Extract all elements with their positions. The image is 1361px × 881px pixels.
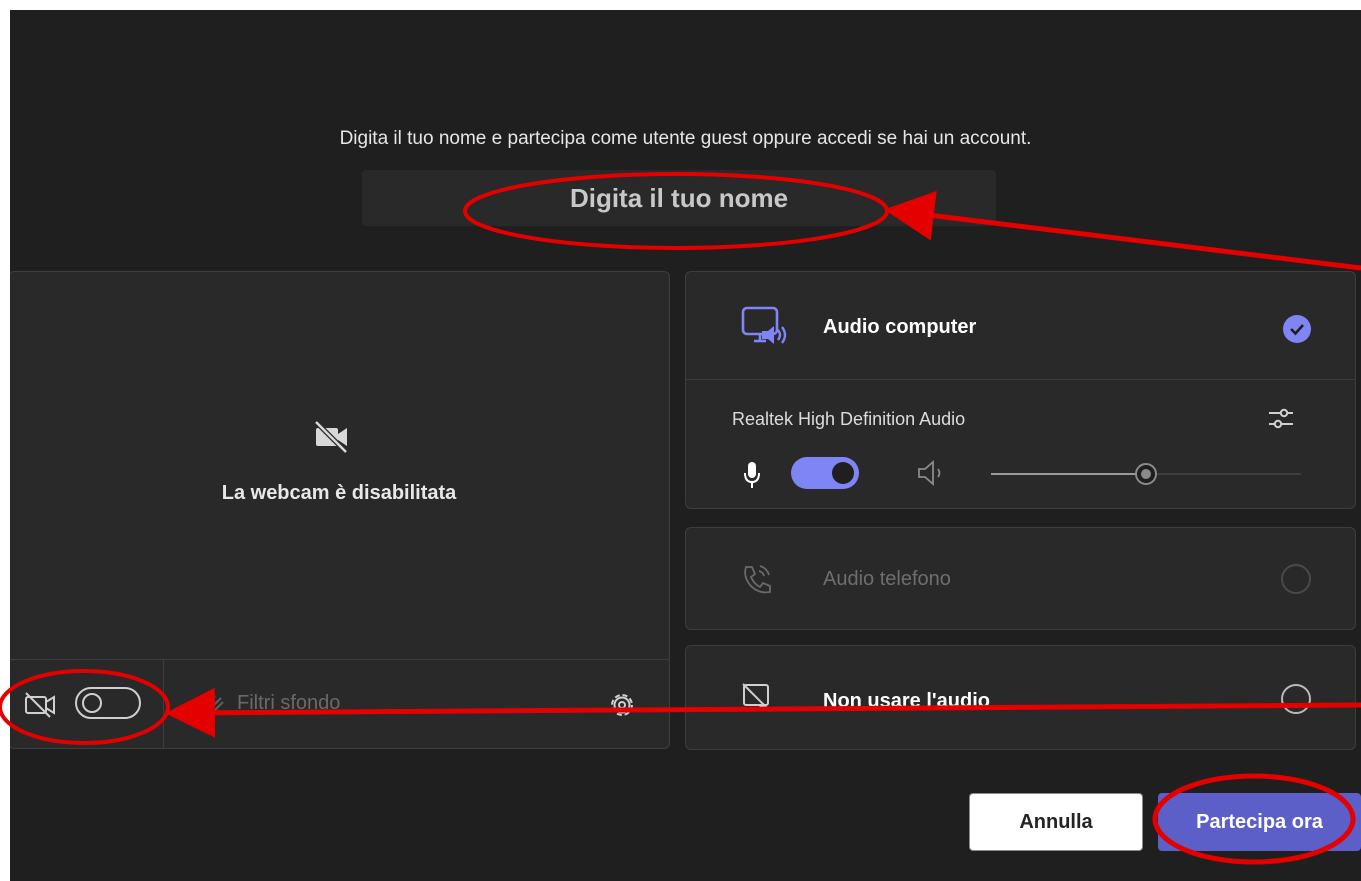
divider: [163, 660, 164, 748]
name-input[interactable]: [362, 170, 996, 226]
settings-gear-icon[interactable]: [607, 690, 637, 725]
microphone-toggle[interactable]: [791, 457, 859, 489]
speaker-volume-slider[interactable]: [991, 463, 1301, 485]
phone-audio-icon: [740, 563, 774, 602]
microphone-icon: [742, 460, 762, 495]
camera-toggle-knob: [82, 693, 102, 713]
divider: [686, 379, 1355, 380]
camera-off-icon: [23, 692, 59, 723]
audio-phone-label: Audio telefono: [823, 568, 951, 590]
volume-fill: [991, 473, 1146, 475]
audio-phone-radio: [1281, 564, 1311, 594]
camera-toggle[interactable]: [75, 687, 141, 719]
camera-disabled-label: La webcam è disabilitata: [221, 482, 457, 504]
audio-device-name[interactable]: Realtek High Definition Audio: [732, 409, 965, 430]
audio-none-label: Non usare l'audio: [823, 690, 991, 712]
checkmark-icon: [1283, 315, 1311, 343]
teams-prejoin-screen: Digita il tuo nome e partecipa come uten…: [10, 10, 1361, 881]
background-filters-button[interactable]: Filtri sfondo: [237, 692, 340, 715]
audio-option-phone: Audio telefono: [685, 527, 1356, 630]
audio-option-none[interactable]: Non usare l'audio: [685, 645, 1356, 750]
audio-none-radio[interactable]: [1281, 684, 1311, 714]
camera-off-icon: [313, 420, 351, 459]
video-controls-bar: Filtri sfondo: [10, 659, 669, 748]
computer-audio-icon: [740, 305, 790, 358]
audio-option-row[interactable]: Audio computer: [686, 272, 1355, 376]
background-effects-icon: [195, 692, 225, 721]
volume-slider-thumb[interactable]: [1135, 463, 1157, 485]
join-now-button[interactable]: Partecipa ora: [1158, 793, 1361, 851]
audio-option-computer[interactable]: Audio computer Realtek High Definition A…: [685, 271, 1356, 509]
microphone-toggle-knob: [832, 462, 854, 484]
join-instruction: Digita il tuo nome e partecipa come uten…: [339, 128, 1032, 149]
device-settings-icon[interactable]: [1266, 404, 1296, 439]
no-audio-icon: [740, 681, 774, 720]
audio-computer-label: Audio computer: [823, 316, 977, 338]
speaker-icon: [915, 459, 951, 492]
cancel-button[interactable]: Annulla: [969, 793, 1143, 851]
video-preview-panel: La webcam è disabilitata Filtri sfondo: [10, 271, 670, 749]
